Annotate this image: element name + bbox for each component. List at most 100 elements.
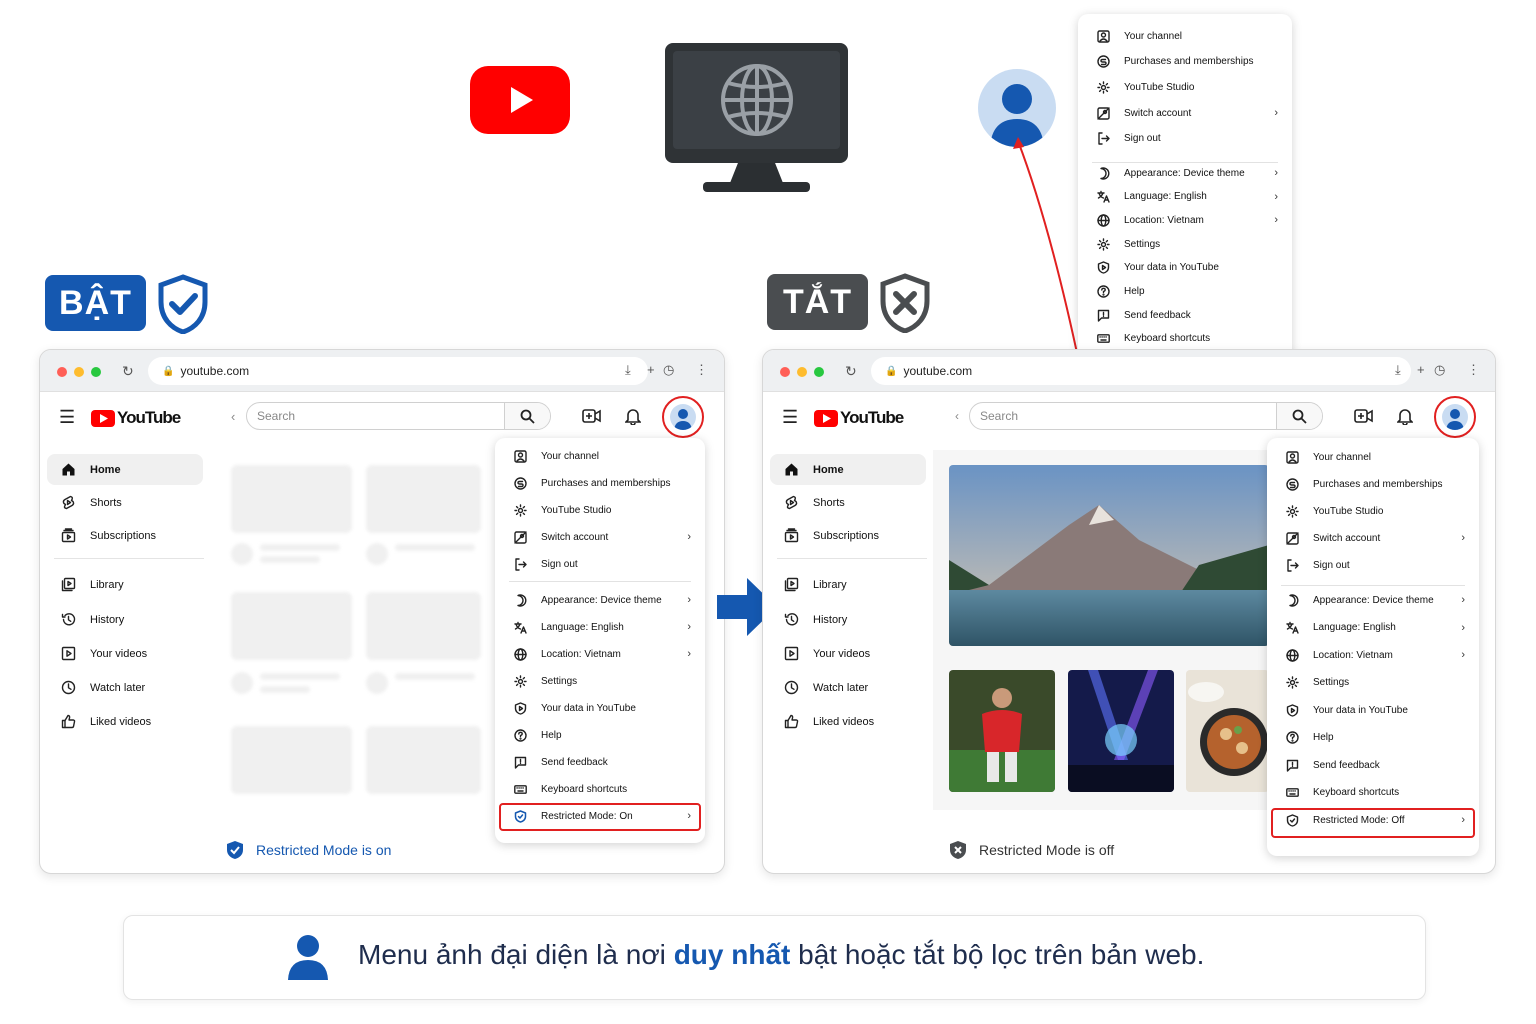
menu-item-purchases-and-memberships[interactable]: Purchases and memberships [1267, 475, 1479, 493]
more-icon[interactable]: ⋮ [695, 362, 708, 378]
menu-item-youtube-studio[interactable]: YouTube Studio [1267, 502, 1479, 520]
menu-item-language-english[interactable]: Language: English › [495, 618, 705, 636]
close-dot[interactable] [57, 367, 67, 377]
video-thumbnail-food[interactable] [1186, 670, 1269, 792]
back-chevron-icon[interactable]: ‹ [955, 409, 959, 423]
menu-item-language-english[interactable]: Language: English › [1078, 188, 1292, 206]
search-input[interactable]: Search [246, 402, 551, 430]
sidebar-item-library[interactable]: Library [47, 569, 203, 600]
sidebar-item-liked-videos[interactable]: Liked videos [47, 706, 203, 737]
minimize-dot[interactable] [797, 367, 807, 377]
search-button[interactable] [1276, 403, 1322, 429]
menu-item-settings[interactable]: Settings [1267, 674, 1479, 692]
menu-item-your-data-in-youtube[interactable]: Your data in YouTube [1078, 259, 1292, 277]
reload-icon[interactable]: ↻ [845, 363, 857, 380]
sidebar-item-shorts[interactable]: Shorts [47, 487, 203, 518]
avatar-button[interactable] [670, 404, 696, 430]
sidebar-item-label: Shorts [90, 496, 122, 509]
menu-item-switch-account[interactable]: Switch account › [1078, 104, 1292, 122]
sidebar-item-history[interactable]: History [47, 604, 203, 635]
menu-item-purchases-and-memberships[interactable]: Purchases and memberships [495, 474, 705, 492]
menu-item-your-data-in-youtube[interactable]: Your data in YouTube [495, 699, 705, 717]
menu-item-keyboard-shortcuts[interactable]: Keyboard shortcuts [1267, 784, 1479, 802]
youtube-logo[interactable]: YouTube [91, 408, 181, 428]
menu-item-sign-out[interactable]: Sign out [495, 555, 705, 573]
menu-item-keyboard-shortcuts[interactable]: Keyboard shortcuts [1078, 330, 1292, 348]
create-video-icon[interactable] [582, 408, 601, 424]
menu-item-sign-out[interactable]: Sign out [1078, 130, 1292, 148]
menu-item-location-vietnam[interactable]: Location: Vietnam › [1267, 646, 1479, 664]
menu-item-send-feedback[interactable]: Send feedback [1078, 306, 1292, 324]
menu-item-location-vietnam[interactable]: Location: Vietnam › [495, 645, 705, 663]
video-thumbnail-concert[interactable] [1068, 670, 1174, 792]
hamburger-menu-icon[interactable]: ☰ [782, 407, 798, 428]
sidebar-item-label: History [813, 613, 848, 626]
sidebar-item-history[interactable]: History [770, 604, 926, 635]
sidebar-item-subscriptions[interactable]: Subscriptions [47, 520, 203, 551]
menu-item-settings[interactable]: Settings [1078, 235, 1292, 253]
menu-item-help[interactable]: Help [1267, 729, 1479, 747]
more-icon[interactable]: ⋮ [1467, 362, 1480, 378]
youtube-logo[interactable]: YouTube [814, 408, 904, 428]
menu-item-your-channel[interactable]: Your channel [495, 447, 705, 465]
minimize-dot[interactable] [74, 367, 84, 377]
chevron-right-icon: › [1274, 190, 1278, 203]
back-chevron-icon[interactable]: ‹ [231, 409, 235, 424]
menu-item-your-data-in-youtube[interactable]: Your data in YouTube [1267, 701, 1479, 719]
sidebar-item-shorts[interactable]: Shorts [770, 487, 926, 518]
menu-item-your-channel[interactable]: Your channel [1078, 27, 1292, 45]
menu-item-help[interactable]: Help [1078, 283, 1292, 301]
download-icon[interactable]: ⤓ [1395, 362, 1401, 378]
maximize-dot[interactable] [91, 367, 101, 377]
maximize-dot[interactable] [814, 367, 824, 377]
reload-icon[interactable]: ↻ [122, 363, 134, 380]
menu-item-switch-account[interactable]: Switch account › [1267, 529, 1479, 547]
address-bar[interactable]: 🔒 youtube.com [871, 357, 1411, 385]
menu-item-your-channel[interactable]: Your channel [1267, 448, 1479, 466]
close-dot[interactable] [780, 367, 790, 377]
menu-item-sign-out[interactable]: Sign out [1267, 556, 1479, 574]
extensions-icon[interactable]: ◷ [1434, 362, 1445, 378]
search-icon [1292, 409, 1307, 424]
menu-item-purchases-and-memberships[interactable]: Purchases and memberships [1078, 53, 1292, 71]
search-button[interactable] [504, 403, 550, 429]
extensions-icon[interactable]: ◷ [663, 362, 674, 378]
sidebar-item-liked-videos[interactable]: Liked videos [770, 706, 926, 737]
download-icon[interactable]: ⤓ [625, 362, 631, 378]
menu-item-location-vietnam[interactable]: Location: Vietnam › [1078, 211, 1292, 229]
sidebar-item-library[interactable]: Library [770, 569, 926, 600]
sidebar-item-home[interactable]: Home [47, 454, 203, 485]
search-input[interactable]: Search [969, 402, 1323, 430]
add-icon[interactable]: + [647, 362, 655, 377]
sidebar-item-your-videos[interactable]: Your videos [47, 638, 203, 669]
menu-item-send-feedback[interactable]: Send feedback [1267, 756, 1479, 774]
sidebar-item-watch-later[interactable]: Watch later [770, 672, 926, 703]
menu-item-youtube-studio[interactable]: YouTube Studio [1078, 78, 1292, 96]
add-icon[interactable]: + [1417, 362, 1425, 377]
help-icon [1096, 285, 1110, 299]
address-bar[interactable]: 🔒 youtube.com [148, 357, 648, 385]
create-video-icon[interactable] [1354, 408, 1373, 424]
menu-item-appearance-device-theme[interactable]: Appearance: Device theme › [495, 591, 705, 609]
sidebar-item-subscriptions[interactable]: Subscriptions [770, 520, 926, 551]
notifications-bell-icon[interactable] [625, 407, 641, 425]
sidebar-item-your-videos[interactable]: Your videos [770, 638, 926, 669]
video-thumbnail-landscape[interactable] [949, 465, 1269, 646]
notifications-bell-icon[interactable] [1397, 407, 1413, 425]
menu-item-youtube-studio[interactable]: YouTube Studio [495, 501, 705, 519]
menu-item-send-feedback[interactable]: Send feedback [495, 753, 705, 771]
menu-item-help[interactable]: Help [495, 726, 705, 744]
menu-item-switch-account[interactable]: Switch account › [495, 528, 705, 546]
menu-item-keyboard-shortcuts[interactable]: Keyboard shortcuts [495, 780, 705, 798]
menu-item-language-english[interactable]: Language: English › [1267, 619, 1479, 637]
menu-item-appearance-device-theme[interactable]: Appearance: Device theme › [1078, 164, 1292, 182]
sidebar-item-watch-later[interactable]: Watch later [47, 672, 203, 703]
translate-icon [513, 620, 527, 634]
menu-item-appearance-device-theme[interactable]: Appearance: Device theme › [1267, 591, 1479, 609]
hamburger-menu-icon[interactable]: ☰ [59, 407, 75, 428]
globe-icon [720, 64, 793, 136]
video-thumbnail-soccer[interactable] [949, 670, 1055, 792]
avatar-button[interactable] [1442, 404, 1468, 430]
sidebar-item-home[interactable]: Home [770, 454, 926, 485]
menu-item-settings[interactable]: Settings [495, 672, 705, 690]
